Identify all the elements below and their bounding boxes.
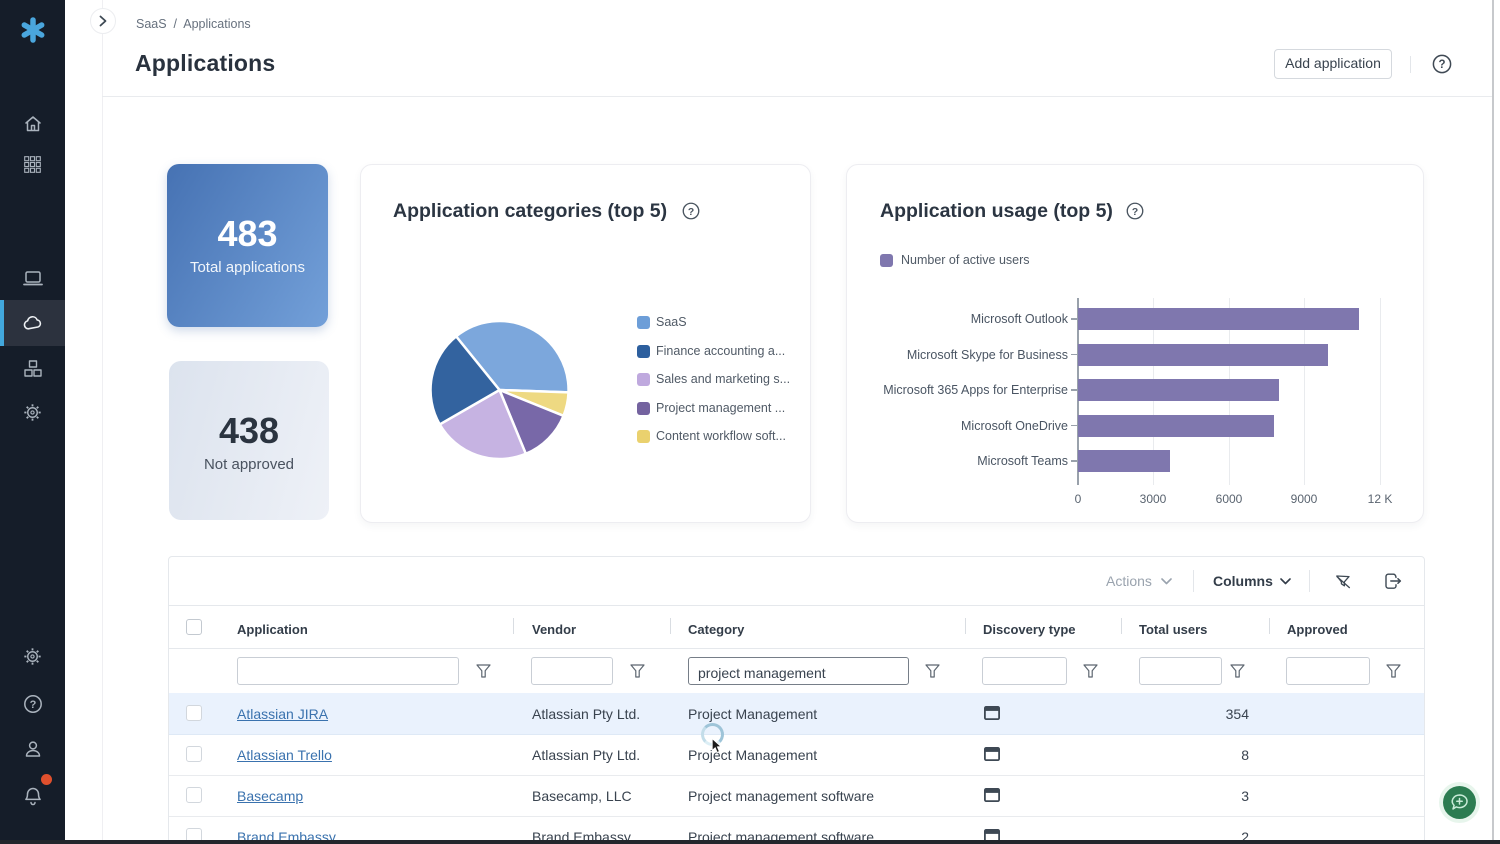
svg-text:?: ? <box>1132 207 1138 218</box>
svg-text:?: ? <box>688 207 694 218</box>
svg-text:?: ? <box>1438 59 1445 71</box>
svg-text:?: ? <box>30 699 37 711</box>
